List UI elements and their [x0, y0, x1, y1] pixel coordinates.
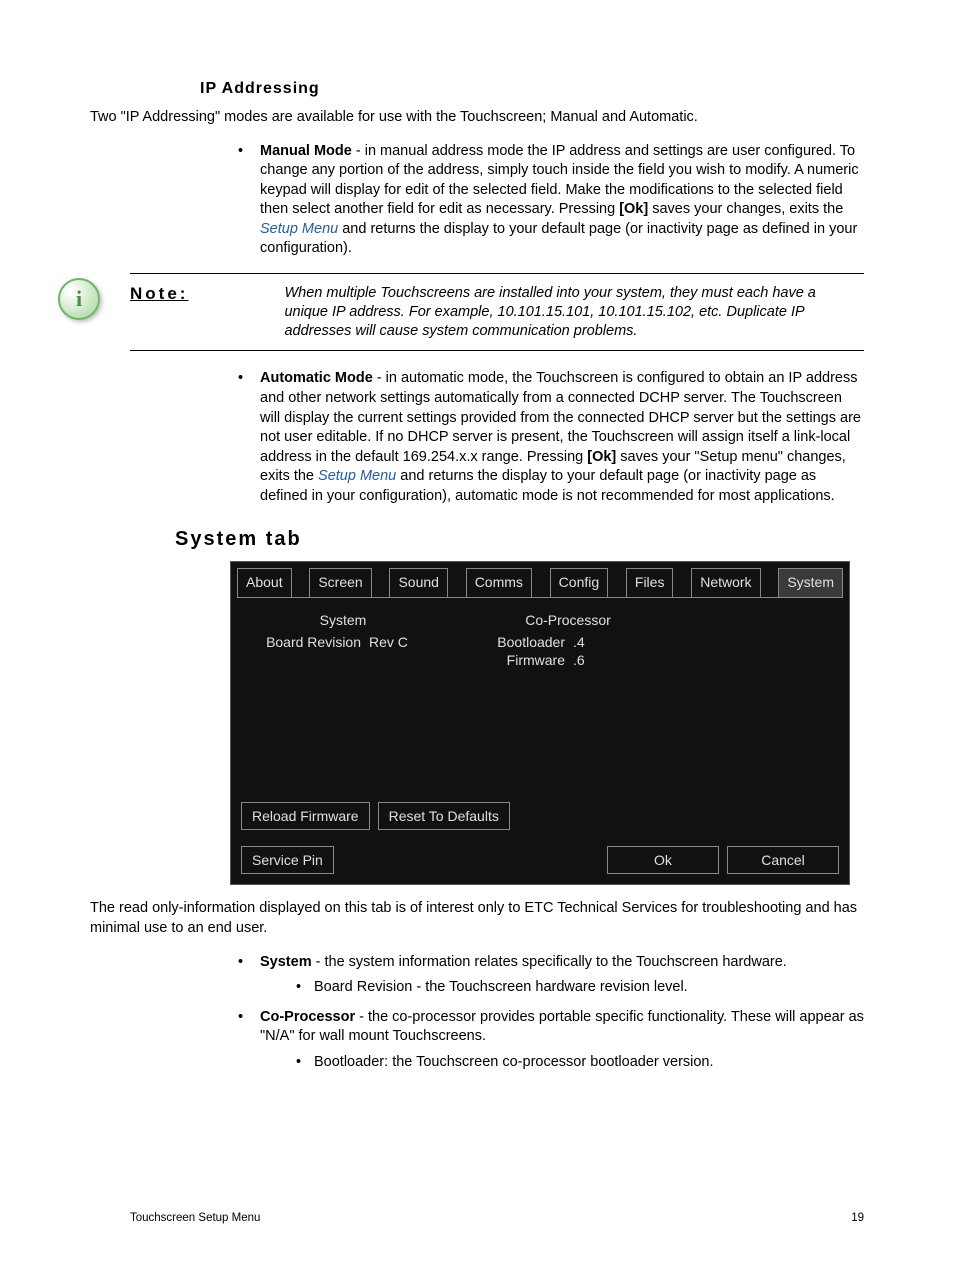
note-label: Note: [130, 284, 250, 304]
board-revision-label: Board Revision [243, 634, 361, 650]
manual-mode-label: Manual Mode [260, 143, 352, 159]
after-screenshot-paragraph: The read only-information displayed on t… [90, 899, 864, 938]
bullet-system: System - the system information relates … [230, 953, 864, 998]
bullet-manual-mode: Manual Mode - in manual address mode the… [230, 142, 864, 259]
tab-comms[interactable]: Comms [466, 568, 532, 597]
tab-about[interactable]: About [237, 568, 292, 597]
reset-to-defaults-button[interactable]: Reset To Defaults [378, 802, 510, 830]
manual-mode-text3: and returns the display to your default … [260, 221, 857, 257]
note-text: When multiple Touchscreens are installed… [284, 284, 858, 341]
auto-mode-link[interactable]: Setup Menu [318, 468, 396, 484]
manual-mode-link[interactable]: Setup Menu [260, 221, 338, 237]
footer-page-number: 19 [851, 1212, 864, 1224]
tab-bar: About Screen Sound Comms Config Files Ne… [231, 562, 849, 597]
ok-button[interactable]: Ok [607, 846, 719, 874]
cancel-button[interactable]: Cancel [727, 846, 839, 874]
auto-mode-ok: [Ok] [587, 449, 616, 465]
heading-system-tab: System tab [175, 528, 864, 551]
reload-firmware-button[interactable]: Reload Firmware [241, 802, 370, 830]
bootloader-label: Bootloader [483, 634, 565, 650]
system-bullet-text: - the system information relates specifi… [312, 954, 787, 970]
board-revision-value: Rev C [369, 634, 408, 650]
manual-mode-ok: [Ok] [619, 201, 648, 217]
sub-bullet-bootloader: Bootloader: the Touchscreen co-processor… [290, 1053, 864, 1073]
note-block: i Note: When multiple Touchscreens are i… [130, 273, 864, 352]
service-pin-button[interactable]: Service Pin [241, 846, 334, 874]
footer-left: Touchscreen Setup Menu [130, 1212, 260, 1224]
firmware-value: .6 [573, 652, 585, 668]
coproc-bullet-label: Co-Processor [260, 1009, 355, 1025]
tab-system[interactable]: System [778, 568, 843, 597]
system-column-header: System [243, 612, 443, 628]
tab-screen[interactable]: Screen [309, 568, 371, 597]
firmware-label: Firmware [483, 652, 565, 668]
auto-mode-label: Automatic Mode [260, 370, 373, 386]
bullet-coprocessor: Co-Processor - the co-processor provides… [230, 1008, 864, 1073]
info-icon: i [58, 278, 98, 318]
touchscreen-screenshot: About Screen Sound Comms Config Files Ne… [230, 561, 850, 885]
tab-config[interactable]: Config [550, 568, 608, 597]
tab-sound[interactable]: Sound [389, 568, 447, 597]
system-bullet-label: System [260, 954, 312, 970]
sub-bullet-board-revision: Board Revision - the Touchscreen hardwar… [290, 978, 864, 998]
ip-intro-paragraph: Two "IP Addressing" modes are available … [90, 108, 864, 128]
manual-mode-text2: saves your changes, exits the [648, 201, 843, 217]
tab-files[interactable]: Files [626, 568, 674, 597]
bootloader-value: .4 [573, 634, 585, 650]
tab-network[interactable]: Network [691, 568, 760, 597]
heading-ip-addressing: IP Addressing [200, 80, 864, 98]
coprocessor-column-header: Co-Processor [483, 612, 653, 628]
bullet-automatic-mode: Automatic Mode - in automatic mode, the … [230, 369, 864, 506]
